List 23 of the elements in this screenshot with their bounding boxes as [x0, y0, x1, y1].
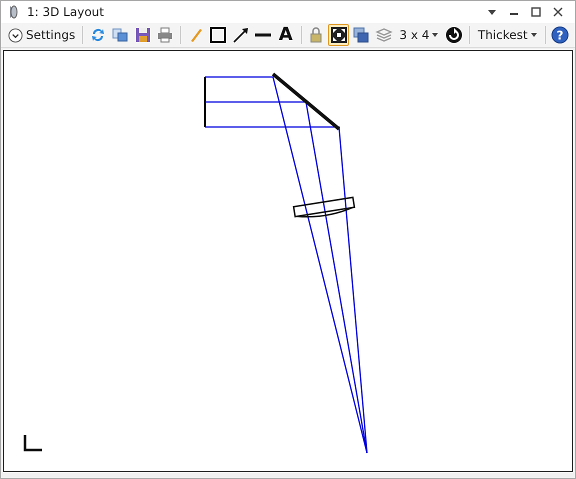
close-icon[interactable] — [553, 7, 563, 17]
caret-icon — [530, 33, 537, 37]
window-title: 1: 3D Layout — [27, 5, 104, 19]
dropdown-button[interactable]: 3 x 4 — [395, 24, 442, 46]
fit-button[interactable] — [328, 24, 350, 46]
rectangle-icon — [209, 26, 228, 44]
layers-icon — [374, 26, 393, 44]
fit-icon — [330, 26, 348, 44]
dropdown-icon[interactable] — [487, 7, 497, 17]
print-icon — [156, 26, 174, 44]
maximize-icon[interactable] — [531, 7, 541, 17]
settings-button[interactable]: Settings — [5, 26, 78, 44]
caret-icon — [432, 33, 438, 37]
rotate-icon — [445, 26, 464, 44]
rotate-button[interactable] — [443, 24, 465, 46]
dropdown-button[interactable]: Thickest — [474, 24, 541, 46]
arrow-icon — [232, 26, 250, 44]
windows-icon — [352, 26, 370, 44]
save-icon — [134, 26, 152, 44]
text-tool-button[interactable]: A — [275, 24, 297, 46]
copy-icon — [111, 26, 130, 44]
chevron-down-icon — [8, 28, 23, 42]
axis-triad-icon — [24, 435, 42, 452]
